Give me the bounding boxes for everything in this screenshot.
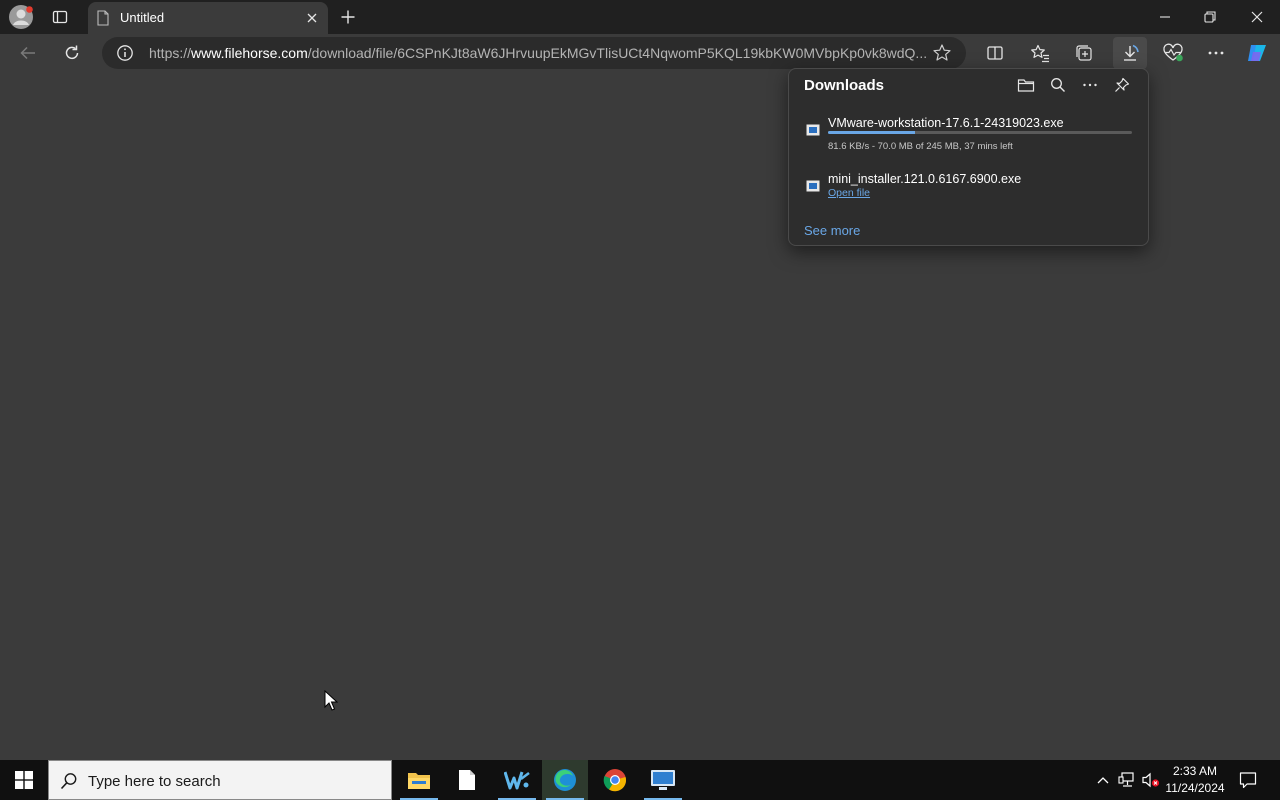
collections-button[interactable] <box>1070 39 1098 67</box>
pin-downloads-button[interactable] <box>1110 75 1134 95</box>
browser-essentials-button[interactable] <box>1159 39 1187 67</box>
tab-close-button[interactable] <box>304 10 320 26</box>
taskbar-chrome[interactable] <box>592 760 638 800</box>
collections-icon <box>1076 45 1092 61</box>
clock-time: 2:33 AM <box>1172 764 1218 778</box>
restore-icon <box>1204 11 1216 23</box>
tab-strip: Untitled <box>0 0 1280 34</box>
start-button[interactable] <box>0 760 48 800</box>
url-text[interactable]: https://www.filehorse.com/download/file/… <box>149 45 929 61</box>
address-bar[interactable]: https://www.filehorse.com/download/file/… <box>102 37 966 69</box>
taskbar-edge[interactable] <box>542 760 588 800</box>
copilot-button[interactable] <box>1243 39 1271 67</box>
download-progress-fill <box>828 131 915 134</box>
tab-title: Untitled <box>120 10 165 25</box>
monitor-icon <box>651 770 675 790</box>
chrome-icon <box>603 769 627 792</box>
profile-icon <box>9 5 33 29</box>
pin-icon <box>1115 77 1130 92</box>
minimize-button[interactable] <box>1145 0 1185 34</box>
close-icon <box>307 13 317 23</box>
windows-logo-icon <box>15 771 33 789</box>
mouse-cursor-icon <box>324 690 338 712</box>
url-scheme: https:// <box>149 45 192 61</box>
back-button[interactable] <box>14 39 42 67</box>
network-tray-button[interactable] <box>1116 760 1138 800</box>
network-icon <box>1118 772 1134 787</box>
favorites-button[interactable] <box>1026 39 1054 67</box>
downloads-more-options-button[interactable] <box>1078 75 1102 95</box>
downloads-button[interactable] <box>1113 37 1147 69</box>
document-icon <box>459 770 475 790</box>
plus-icon <box>341 10 355 24</box>
split-screen-icon <box>987 46 1003 60</box>
more-horizontal-icon <box>1208 51 1224 55</box>
back-arrow-icon <box>20 46 35 60</box>
favorite-button[interactable] <box>932 43 952 63</box>
refresh-icon <box>65 45 79 60</box>
profile-avatar[interactable] <box>8 4 36 30</box>
taskbar-remote-desktop[interactable] <box>640 760 686 800</box>
taskbar-app-w[interactable] <box>494 760 540 800</box>
download-item[interactable]: VMware-workstation-17.6.1-24319023.exe 8… <box>789 113 1148 157</box>
see-more-link[interactable]: See more <box>804 223 860 238</box>
tab-active[interactable]: Untitled <box>88 2 328 34</box>
star-icon <box>933 44 951 61</box>
url-host: www.filehorse.com <box>191 45 308 61</box>
toolbar: https://www.filehorse.com/download/file/… <box>0 34 1280 72</box>
action-center-button[interactable] <box>1232 760 1264 800</box>
taskbar: Type here to search 2:33 AM 11/24/2024 <box>0 760 1280 800</box>
volume-muted-icon <box>1142 772 1160 788</box>
settings-more-button[interactable] <box>1202 39 1230 67</box>
installer-file-icon <box>806 180 820 192</box>
volume-tray-button[interactable] <box>1140 760 1162 800</box>
downloads-panel: Downloads VMware-workstation-17.6.1-2431… <box>788 68 1149 246</box>
close-icon <box>1251 11 1263 23</box>
window-close-button[interactable] <box>1237 0 1277 34</box>
minimize-icon <box>1160 16 1170 18</box>
tab-actions-menu-button[interactable] <box>46 0 74 34</box>
download-progress-bar <box>828 131 1132 134</box>
app-w-icon <box>504 771 530 790</box>
downloads-title: Downloads <box>804 77 885 94</box>
chevron-up-icon <box>1097 777 1109 784</box>
open-file-link[interactable]: Open file <box>828 187 870 199</box>
installer-file-icon <box>806 124 820 136</box>
download-file-name[interactable]: mini_installer.121.0.6167.6900.exe <box>828 172 1021 186</box>
download-file-name[interactable]: VMware-workstation-17.6.1-24319023.exe <box>828 116 1064 130</box>
heart-pulse-icon <box>1163 43 1183 62</box>
edge-icon <box>554 769 576 791</box>
tab-actions-icon <box>52 10 68 24</box>
notification-icon <box>1239 772 1257 789</box>
taskbar-file-explorer[interactable] <box>396 760 442 800</box>
clock-date: 11/24/2024 <box>1165 781 1225 795</box>
taskbar-clock[interactable]: 2:33 AM 11/24/2024 <box>1162 763 1228 797</box>
taskbar-search-box[interactable]: Type here to search <box>48 760 392 800</box>
site-info-button[interactable] <box>116 44 134 62</box>
new-tab-button[interactable] <box>336 0 360 34</box>
open-downloads-folder-button[interactable] <box>1014 75 1038 95</box>
copilot-icon <box>1248 45 1266 61</box>
url-path: /download/file/6CSPnKJt8aW6JHrvuupEkMGvT… <box>307 45 928 61</box>
more-horizontal-icon <box>1083 83 1097 87</box>
page-icon <box>96 10 110 26</box>
search-downloads-button[interactable] <box>1046 75 1070 95</box>
split-screen-button[interactable] <box>981 39 1009 67</box>
search-placeholder: Type here to search <box>88 773 221 790</box>
refresh-button[interactable] <box>58 39 86 67</box>
folder-icon <box>408 773 430 789</box>
search-icon <box>1051 78 1065 92</box>
folder-icon <box>1017 79 1035 92</box>
restore-button[interactable] <box>1190 0 1230 34</box>
show-hidden-icons-button[interactable] <box>1092 760 1114 800</box>
favorites-list-icon <box>1031 44 1049 63</box>
info-icon <box>117 45 133 61</box>
search-icon <box>60 772 78 790</box>
download-icon <box>1124 44 1139 61</box>
download-status: 81.6 KB/s - 70.0 MB of 245 MB, 37 mins l… <box>828 141 1013 152</box>
taskbar-notepad[interactable] <box>444 760 490 800</box>
